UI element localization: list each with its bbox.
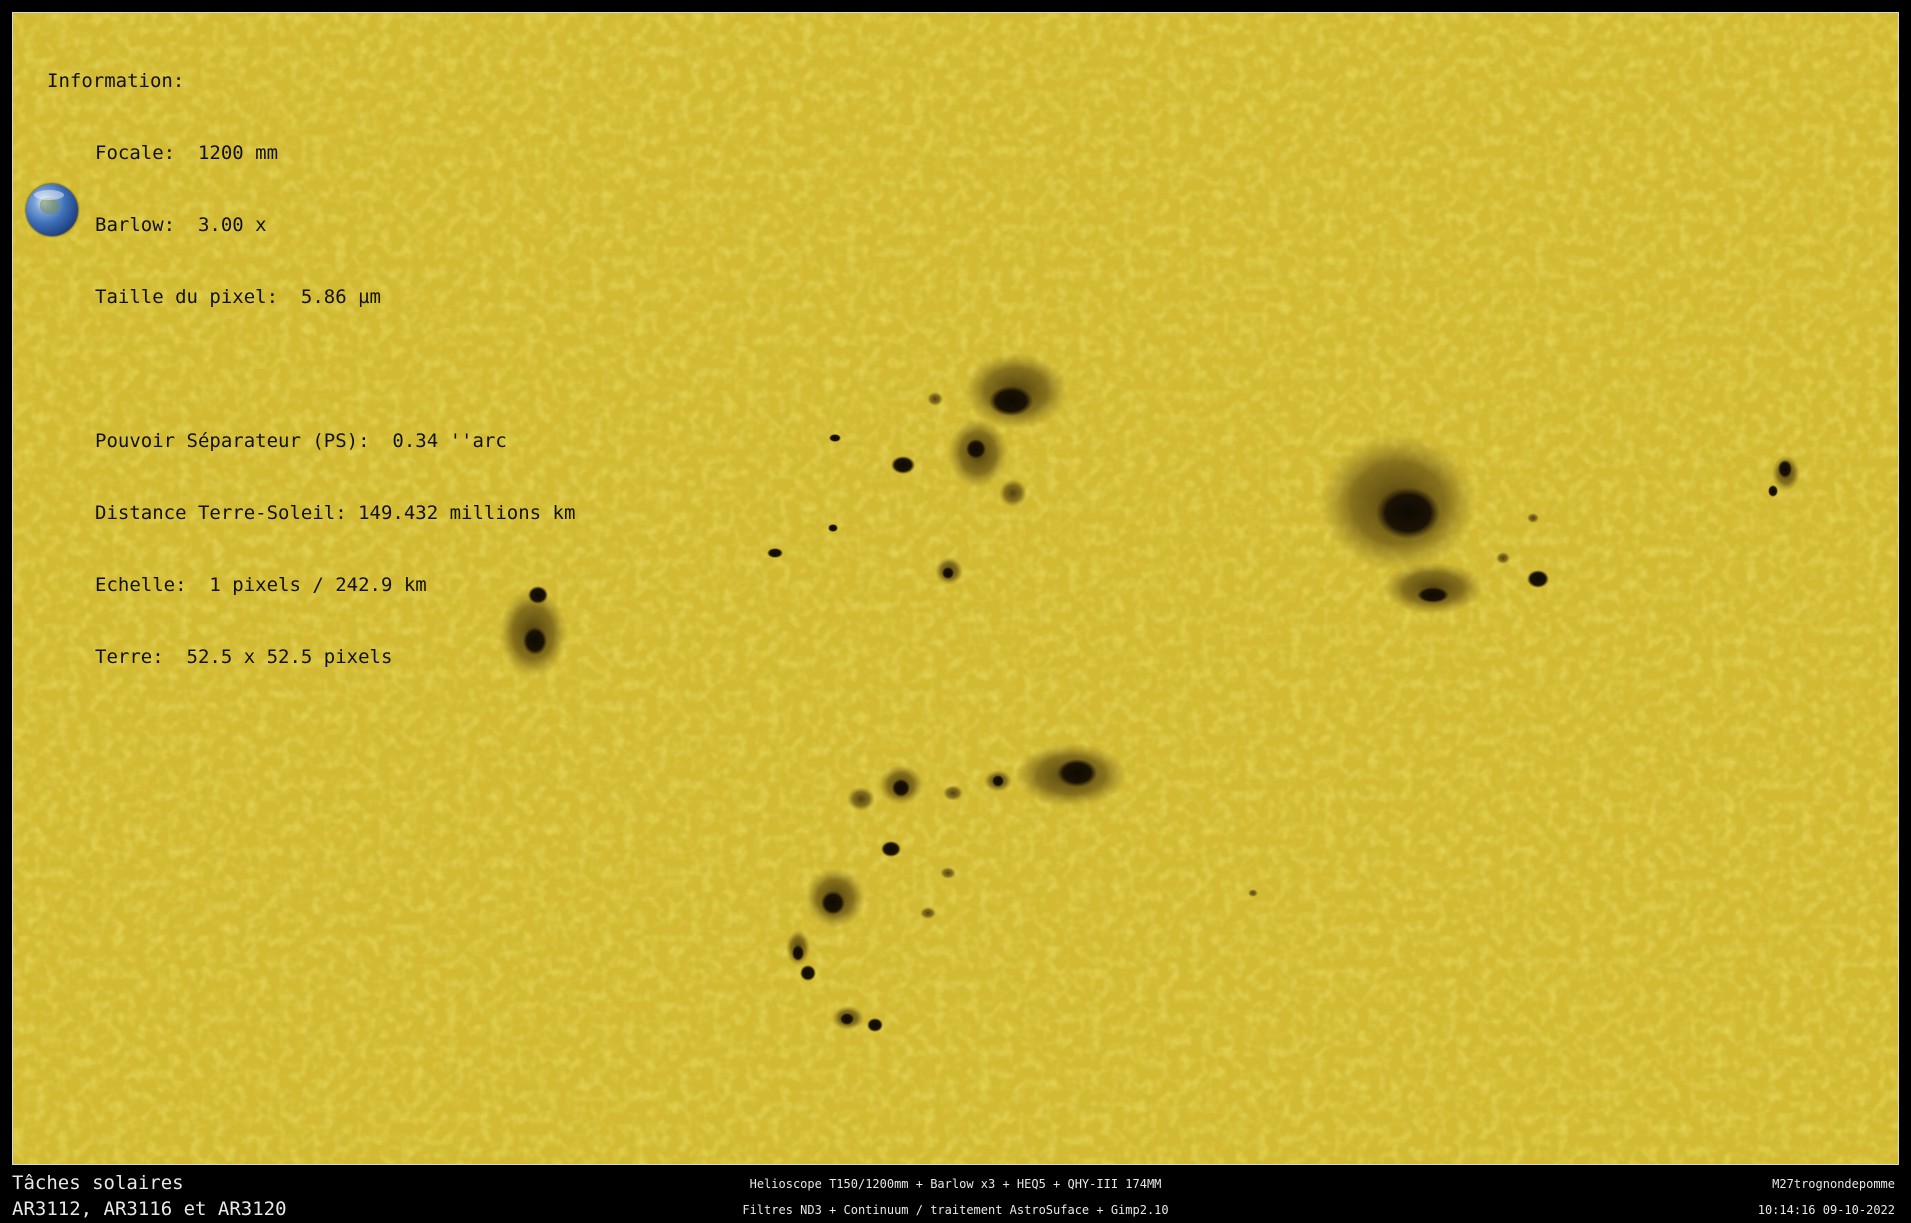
equipment-line-2: Filtres ND3 + Continuum / traitement Ast… [742,1203,1169,1217]
info-spacer [47,357,575,381]
info-pixel-size: Taille du pixel: 5.86 µm [95,286,381,308]
earth-scale-icon [26,184,78,236]
info-barlow: Barlow: 3.00 x [95,214,267,236]
info-earth-size: Terre: 52.5 x 52.5 pixels [95,646,393,668]
info-earth-sun-distance: Distance Terre-Soleil: 149.432 millions … [95,502,576,524]
equipment-line-1: Helioscope T150/1200mm + Barlow x3 + HEQ… [749,1177,1162,1191]
capture-datetime: 10:14:16 09-10-2022 [1757,1203,1895,1217]
info-panel: Information: Focale: 1200 mm Barlow: 3.0… [47,21,575,717]
solar-image-frame: Information: Focale: 1200 mm Barlow: 3.0… [12,12,1899,1165]
caption-bar: Tâches solaires AR3112, AR3116 et AR3120… [0,1166,1911,1223]
info-focale: Focale: 1200 mm [95,142,279,164]
info-scale: Echelle: 1 pixels / 242.9 km [95,574,427,596]
info-resolving-power: Pouvoir Séparateur (PS): 0.34 ''arc [95,430,507,452]
info-heading: Information: [47,70,185,92]
author-name: M27trognondepomme [1772,1177,1895,1191]
